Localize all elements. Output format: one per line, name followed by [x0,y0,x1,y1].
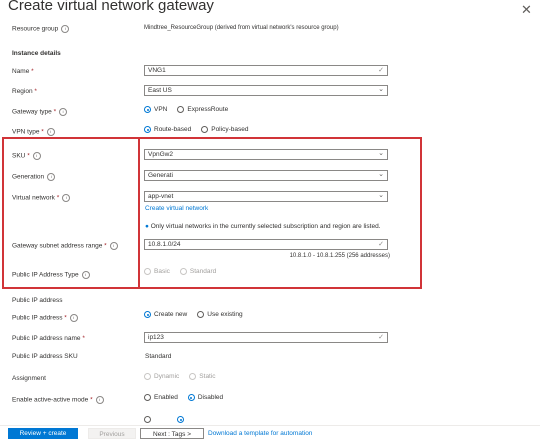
name-field[interactable]: VNG1 ✓ [144,65,388,76]
next-row-radios-partial [144,416,184,423]
active-active-enabled-radio[interactable] [144,394,151,401]
info-icon: i [95,396,104,404]
public-ip-type-standard-radio[interactable] [179,268,187,275]
checkmark-icon: ✓ [378,67,384,74]
info-icon: i [61,25,70,33]
sku-label: SKU * i [12,152,41,160]
review-create-button[interactable]: Review + create [8,428,78,439]
chevron-down-icon: ⌄ [378,171,384,178]
previous-button[interactable]: Previous [88,428,136,439]
info-note: ● Only virtual networks in the currently… [145,223,381,230]
public-ip-type-radios: Basic Standard [144,268,216,275]
info-icon: i [47,173,56,181]
public-ip-heading: Public IP address [12,297,63,304]
gateway-type-expressroute-radio[interactable] [177,106,185,113]
public-ip-type-label: Public IP Address Type i [12,271,90,279]
checkmark-icon: ✓ [378,334,384,341]
resource-group-value: Mindtree_ResourceGroup (derived from vir… [144,25,339,31]
resource-group-label: Resource group i [12,25,70,33]
info-icon: i [46,128,55,136]
region-label: Region * [12,88,37,95]
partial-radio-1[interactable] [144,416,151,423]
partial-radio-2[interactable] [177,416,184,423]
public-ip-name-field[interactable]: ip123 ✓ [144,332,388,343]
public-ip-radios: Create new Use existing [144,311,243,318]
info-icon: i [59,108,68,116]
assignment-radios: Dynamic Static [144,373,216,380]
name-label: Name * [12,68,34,75]
public-ip-sku-value: Standard [145,353,172,360]
subnet-label: Gateway subnet address range * i [12,242,118,250]
chevron-down-icon: ⌄ [378,86,384,93]
next-tags-button[interactable]: Next : Tags > [140,428,204,439]
checkmark-icon: ✓ [378,241,384,248]
active-active-label: Enable active-active mode * i [12,396,104,404]
page-title: Create virtual network gateway [8,0,214,14]
gateway-type-label: Gateway type * i [12,108,68,116]
public-ip-sku-label: Public IP address SKU [12,353,78,360]
gateway-type-vpn-radio[interactable] [144,106,151,113]
vpn-type-radios: Route-based Policy-based [144,126,248,133]
info-icon: i [69,314,78,322]
chevron-down-icon: ⌄ [378,150,384,157]
info-icon: i [62,194,71,202]
subnet-field[interactable]: 10.8.1.0/24 ✓ [144,239,388,250]
public-ip-create-new-radio[interactable] [144,311,151,318]
active-active-radios: Enabled Disabled [144,394,223,401]
virtual-network-select[interactable]: app-vnet ⌄ [144,191,388,202]
info-circle-icon: ● [145,223,149,230]
assignment-label: Assignment [12,375,46,382]
sku-select[interactable]: VpnGw2 ⌄ [144,149,388,160]
info-icon: i [81,271,90,279]
generation-select[interactable]: Generati ⌄ [144,170,388,181]
info-icon: i [32,152,41,160]
instance-details-heading: Instance details [12,50,61,57]
download-template-link[interactable]: Download a template for automation [208,430,312,437]
chevron-down-icon: ⌄ [378,192,384,199]
assignment-dynamic-radio[interactable] [144,373,151,380]
active-active-disabled-radio[interactable] [187,394,195,401]
vpn-type-policy-based-radio[interactable] [201,126,209,133]
vpn-type-route-based-radio[interactable] [144,126,151,133]
close-icon[interactable]: ✕ [521,2,532,18]
generation-label: Generation i [12,173,56,181]
subnet-range: 10.8.1.0 - 10.8.1.255 (256 addresses) [289,253,390,259]
create-virtual-network-link[interactable]: Create virtual network [145,205,208,212]
public-ip-name-label: Public IP address name * [12,335,85,342]
virtual-network-label: Virtual network * i [12,194,71,202]
region-select[interactable]: East US ⌄ [144,85,388,96]
public-ip-use-existing-radio[interactable] [197,311,205,318]
public-ip-label: Public IP address * i [12,314,78,322]
info-icon: i [109,242,118,250]
vpn-type-label: VPN type * i [12,128,55,136]
gateway-type-radios: VPN ExpressRoute [144,106,228,113]
assignment-static-radio[interactable] [189,373,197,380]
public-ip-type-basic-radio[interactable] [144,268,151,275]
